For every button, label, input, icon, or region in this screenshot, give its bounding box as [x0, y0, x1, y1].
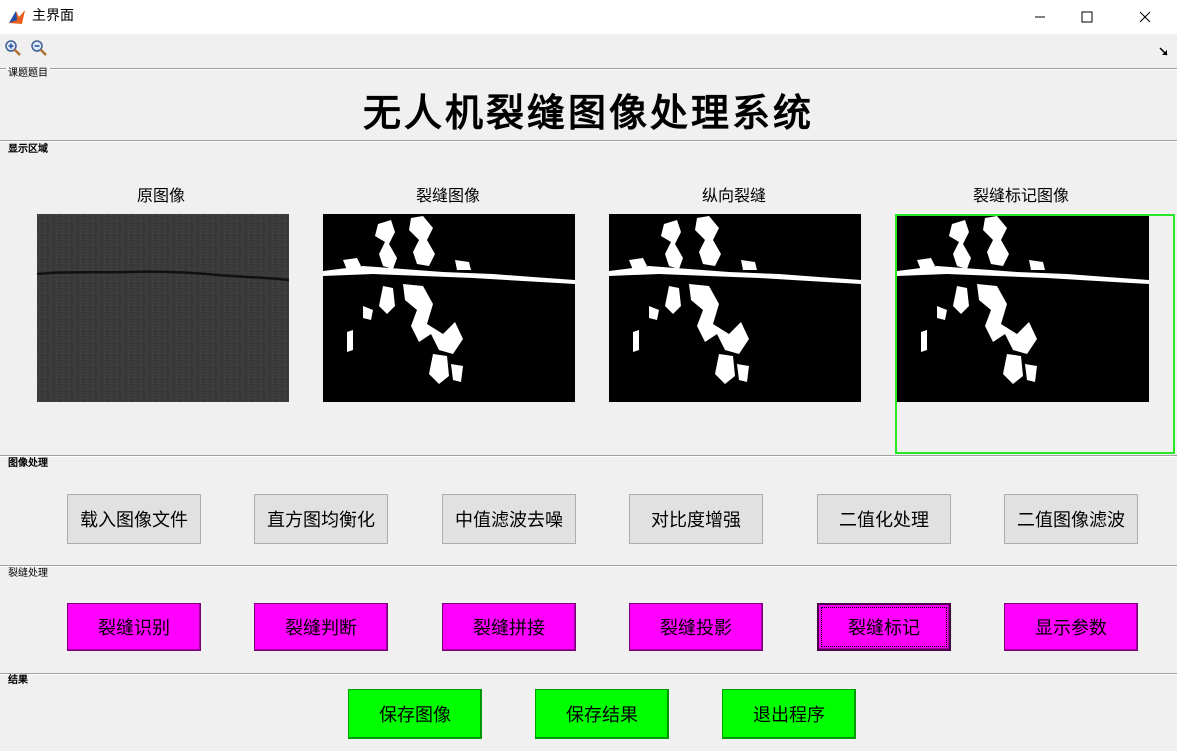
crack-identify-button[interactable]: 裂缝识别	[67, 603, 201, 651]
matlab-figure-icon	[8, 8, 26, 26]
image-processing-panel-border	[0, 455, 1177, 457]
image-label-marked: 裂缝标记图像	[972, 186, 1069, 205]
image-label-crack: 裂缝图像	[415, 186, 480, 205]
crack-image	[323, 214, 575, 402]
binary-filter-button[interactable]: 二值图像滤波	[1004, 494, 1138, 544]
image-label-vertical-crack: 纵向裂缝	[701, 186, 766, 205]
save-result-button[interactable]: 保存结果	[535, 689, 669, 739]
system-title: 无人机裂缝图像处理系统	[362, 90, 814, 135]
image-processing-panel-label: 图像处理	[6, 458, 50, 470]
zoom-out-icon[interactable]	[28, 37, 50, 59]
contrast-enhance-button[interactable]: 对比度增强	[629, 494, 763, 544]
show-parameters-button[interactable]: 显示参数	[1004, 603, 1138, 651]
title-panel-border	[0, 68, 1177, 70]
display-panel-label: 显示区域	[6, 144, 50, 156]
histogram-equalization-button[interactable]: 直方图均衡化	[254, 494, 388, 544]
vertical-crack-image	[609, 214, 861, 402]
crack-mark-button[interactable]: 裂缝标记	[817, 603, 951, 651]
crack-marker-frame	[895, 214, 1175, 454]
load-image-button[interactable]: 载入图像文件	[67, 494, 201, 544]
crack-judge-button[interactable]: 裂缝判断	[254, 603, 388, 651]
result-panel-border	[0, 673, 1177, 675]
maximize-button[interactable]	[1064, 0, 1110, 34]
close-button[interactable]	[1122, 0, 1168, 34]
display-panel-border	[0, 140, 1177, 142]
crack-processing-panel-label: 裂缝处理	[6, 568, 50, 580]
median-filter-button[interactable]: 中值滤波去噪	[442, 494, 576, 544]
crack-stitch-button[interactable]: 裂缝拼接	[442, 603, 576, 651]
dock-arrow-icon[interactable]	[1159, 42, 1169, 56]
binarize-button[interactable]: 二值化处理	[817, 494, 951, 544]
crack-processing-panel-border	[0, 565, 1177, 567]
title-bar: 主界面	[0, 0, 1177, 34]
save-image-button[interactable]: 保存图像	[348, 689, 482, 739]
original-image	[37, 214, 289, 402]
figure-toolbar	[0, 34, 1177, 62]
exit-program-button[interactable]: 退出程序	[722, 689, 856, 739]
result-panel-label: 结果	[6, 675, 30, 687]
window-title: 主界面	[32, 8, 74, 24]
crack-projection-button[interactable]: 裂缝投影	[629, 603, 763, 651]
image-label-original: 原图像	[136, 186, 185, 205]
zoom-in-icon[interactable]	[2, 37, 24, 59]
title-panel-label: 课题题目	[6, 68, 50, 80]
minimize-button[interactable]	[1017, 0, 1063, 34]
